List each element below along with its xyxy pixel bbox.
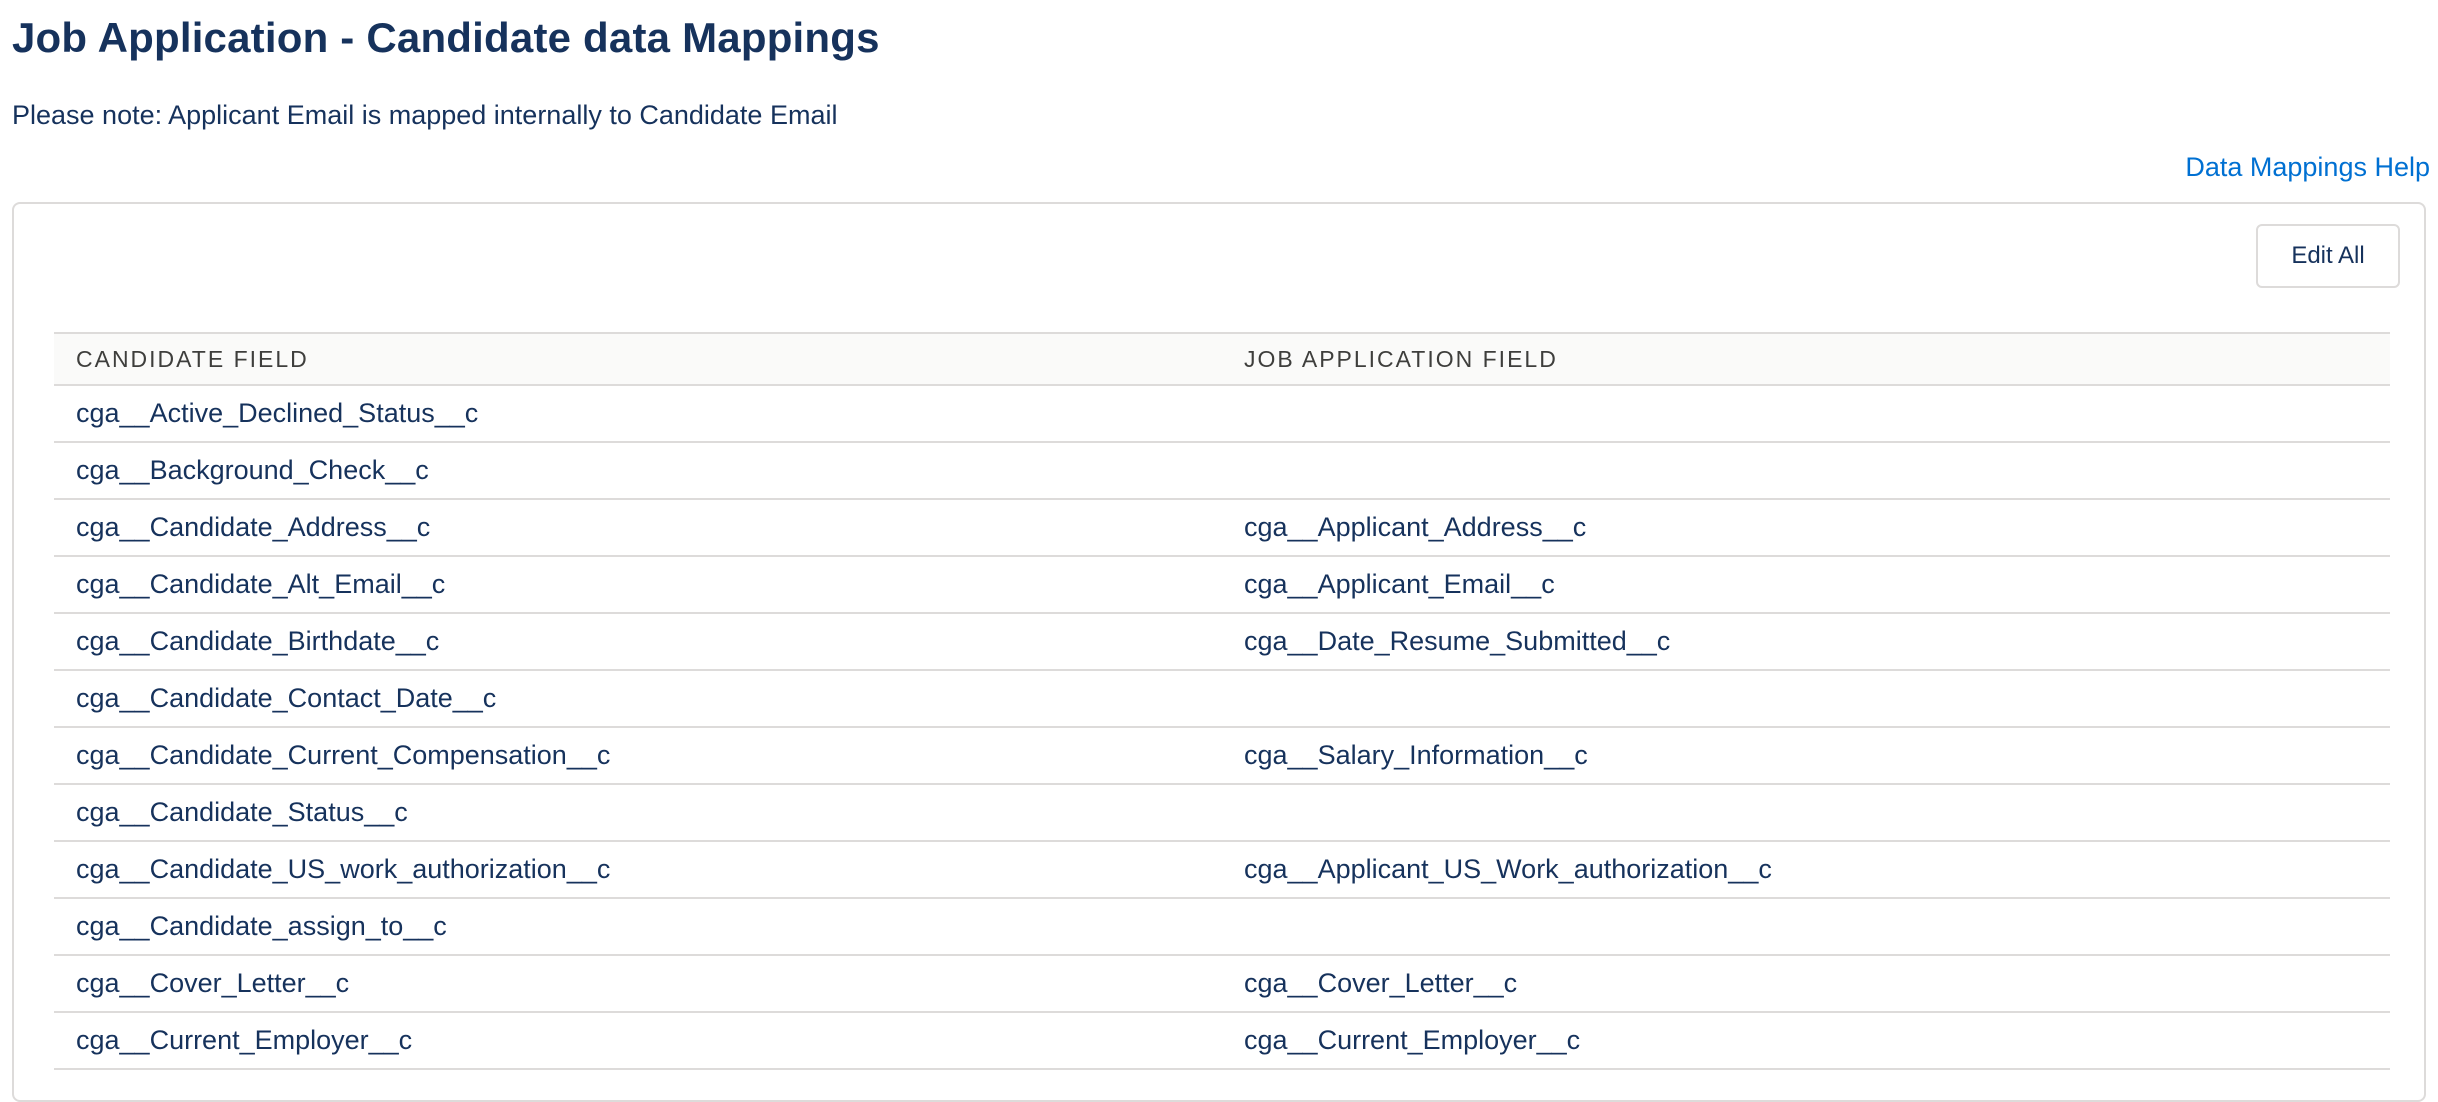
job-application-field-cell: cga__Applicant_Email__c <box>1244 569 1555 599</box>
candidate-field-cell: cga__Candidate_Status__c <box>76 797 408 827</box>
job-application-field-cell: cga__Date_Resume_Submitted__c <box>1244 626 1671 656</box>
table-row: cga__Candidate_Alt_Email__c cga__Applican… <box>54 557 2390 614</box>
table-row: cga__Candidate_US_work_authorization__c c… <box>54 842 2390 899</box>
candidate-field-cell: cga__Candidate_Address__c <box>76 512 431 542</box>
table-row: cga__Active_Declined_Status__c <box>54 386 2390 443</box>
edit-all-button[interactable]: Edit All <box>2256 224 2400 288</box>
candidate-field-cell: cga__Candidate_assign_to__c <box>76 911 447 941</box>
mappings-card: Edit All CANDIDATE FIELD JOB APPLICATION… <box>12 202 2426 1102</box>
job-application-field-cell: cga__Current_Employer__c <box>1244 1025 1581 1055</box>
candidate-field-cell: cga__Candidate_Current_Compensation__c <box>76 740 611 770</box>
table-row: cga__Candidate_assign_to__c <box>54 899 2390 956</box>
mappings-table: CANDIDATE FIELD JOB APPLICATION FIELD cg… <box>54 332 2390 1070</box>
candidate-field-cell: cga__Current_Employer__c <box>76 1025 413 1055</box>
candidate-field-cell: cga__Active_Declined_Status__c <box>76 398 479 428</box>
table-row: cga__Candidate_Current_Compensation__c cg… <box>54 728 2390 785</box>
data-mappings-help-link[interactable]: Data Mappings Help <box>2185 152 2430 183</box>
table-row: cga__Candidate_Birthdate__c cga__Date_Res… <box>54 614 2390 671</box>
job-application-field-cell: cga__Salary_Information__c <box>1244 740 1588 770</box>
job-application-field-cell: cga__Cover_Letter__c <box>1244 968 1518 998</box>
table-row: cga__Candidate_Status__c <box>54 785 2390 842</box>
candidate-field-cell: cga__Candidate_Contact_Date__c <box>76 683 497 713</box>
job-application-field-cell: cga__Applicant_US_Work_authorization__c <box>1244 854 1772 884</box>
column-header-job-application-field[interactable]: JOB APPLICATION FIELD <box>1222 346 2390 373</box>
table-row: cga__Candidate_Contact_Date__c <box>54 671 2390 728</box>
table-row: cga__Background_Check__c <box>54 443 2390 500</box>
candidate-field-cell: cga__Candidate_Birthdate__c <box>76 626 440 656</box>
candidate-field-cell: cga__Background_Check__c <box>76 455 429 485</box>
column-header-candidate-field[interactable]: CANDIDATE FIELD <box>54 346 1222 373</box>
table-row: cga__Current_Employer__c cga__Current_Emp… <box>54 1013 2390 1070</box>
page-title: Job Application - Candidate data Mapping… <box>12 14 880 61</box>
table-row: cga__Cover_Letter__c cga__Cover_Letter__c <box>54 956 2390 1013</box>
mapping-note: Please note: Applicant Email is mapped i… <box>12 100 838 130</box>
table-header: CANDIDATE FIELD JOB APPLICATION FIELD <box>54 332 2390 386</box>
candidate-field-cell: cga__Candidate_Alt_Email__c <box>76 569 446 599</box>
table-body: cga__Active_Declined_Status__c cga__Backg… <box>54 386 2390 1070</box>
job-application-field-cell: cga__Applicant_Address__c <box>1244 512 1587 542</box>
candidate-field-cell: cga__Candidate_US_work_authorization__c <box>76 854 611 884</box>
candidate-field-cell: cga__Cover_Letter__c <box>76 968 350 998</box>
table-row: cga__Candidate_Address__c cga__Applicant_… <box>54 500 2390 557</box>
